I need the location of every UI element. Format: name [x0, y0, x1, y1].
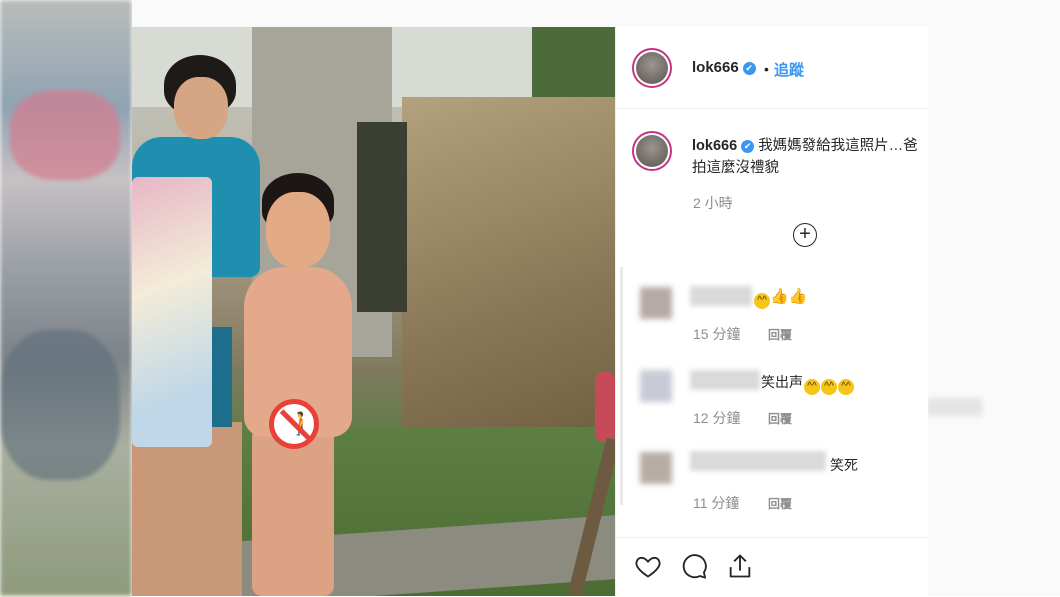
author-username[interactable]: lok666 ✔ — [692, 59, 756, 76]
follow-button[interactable]: 追蹤 — [774, 59, 804, 80]
top-bar — [132, 0, 927, 28]
comment-avatar[interactable] — [640, 287, 672, 319]
photo-woman-face — [174, 77, 228, 139]
post-caption: lok666 ✔ 我媽媽發給我這照片…爸 拍這麼沒禮貌 — [692, 135, 928, 179]
heart-icon[interactable] — [634, 552, 662, 580]
post-photo[interactable]: 🚶 — [132, 27, 615, 596]
caption-verified-badge-icon: ✔ — [741, 140, 755, 153]
username-text[interactable]: lok666 — [692, 59, 739, 76]
caption-author-avatar[interactable] — [632, 131, 672, 171]
comment-username-blurred[interactable] — [690, 451, 826, 471]
separator-dot: • — [764, 61, 769, 77]
thumbs-up-emoji-icon: 👍 — [788, 288, 808, 305]
comment-text: 笑出声 ^^ ^^ ^^ — [761, 372, 854, 395]
comment-text: ^^ 👍👍 — [753, 287, 807, 309]
post-side-panel: lok666 ✔ • 追蹤 lok666 ✔ 我媽媽發給我這照片…爸 拍這麼沒禮貌 … — [615, 27, 928, 596]
comment-time: 11 分鐘 — [693, 495, 740, 511]
photo-child-background — [595, 372, 615, 442]
photo-doorway — [357, 122, 407, 312]
comment-username-blurred[interactable] — [690, 370, 760, 390]
thumbs-up-emoji-icon: 👍 — [770, 288, 789, 305]
laugh-emoji-icon: ^^ — [821, 379, 837, 395]
blurred-background-left — [0, 0, 132, 596]
caption-username[interactable]: lok666 — [692, 138, 737, 154]
comment-reply-button[interactable]: 回覆 — [768, 410, 792, 427]
caption-text-line2: 拍這麼沒禮貌 — [692, 160, 779, 176]
censor-sticker-icon: 🚶 — [269, 399, 319, 449]
comment-avatar[interactable] — [640, 370, 672, 402]
blurred-background-right — [927, 0, 1060, 596]
post-header: lok666 ✔ • 追蹤 — [616, 27, 928, 109]
laugh-emoji-icon: ^^ — [838, 379, 854, 395]
verified-badge-icon: ✔ — [742, 62, 756, 75]
author-avatar[interactable] — [632, 48, 672, 88]
plus-circle-icon: + — [799, 223, 811, 245]
post-actions-bar — [616, 537, 928, 597]
photo-towel — [132, 177, 212, 447]
post-time: 2 小時 — [693, 195, 733, 211]
laugh-emoji-icon: ^^ — [754, 293, 770, 309]
comment-icon[interactable] — [680, 552, 708, 580]
photo-woman-legs — [132, 422, 242, 596]
laugh-emoji-icon: ^^ — [804, 379, 820, 395]
photo-boy-face — [266, 192, 330, 268]
caption-text: 我媽媽發給我這照片…爸 — [758, 138, 918, 154]
photo-ruins — [402, 97, 615, 437]
load-more-comments-button[interactable]: + — [793, 223, 817, 247]
comment-time: 12 分鐘 — [693, 410, 741, 426]
comment-username-blurred[interactable] — [690, 286, 752, 306]
comments-scrollbar[interactable] — [620, 267, 623, 505]
comment-text: 笑死 — [830, 457, 858, 473]
comment-avatar[interactable] — [640, 452, 672, 484]
share-icon[interactable] — [726, 552, 754, 580]
comment-reply-button[interactable]: 回覆 — [768, 495, 792, 512]
comment-reply-button[interactable]: 回覆 — [768, 326, 792, 343]
photo-boy-legs — [252, 427, 334, 596]
comment-time: 15 分鐘 — [693, 326, 741, 342]
